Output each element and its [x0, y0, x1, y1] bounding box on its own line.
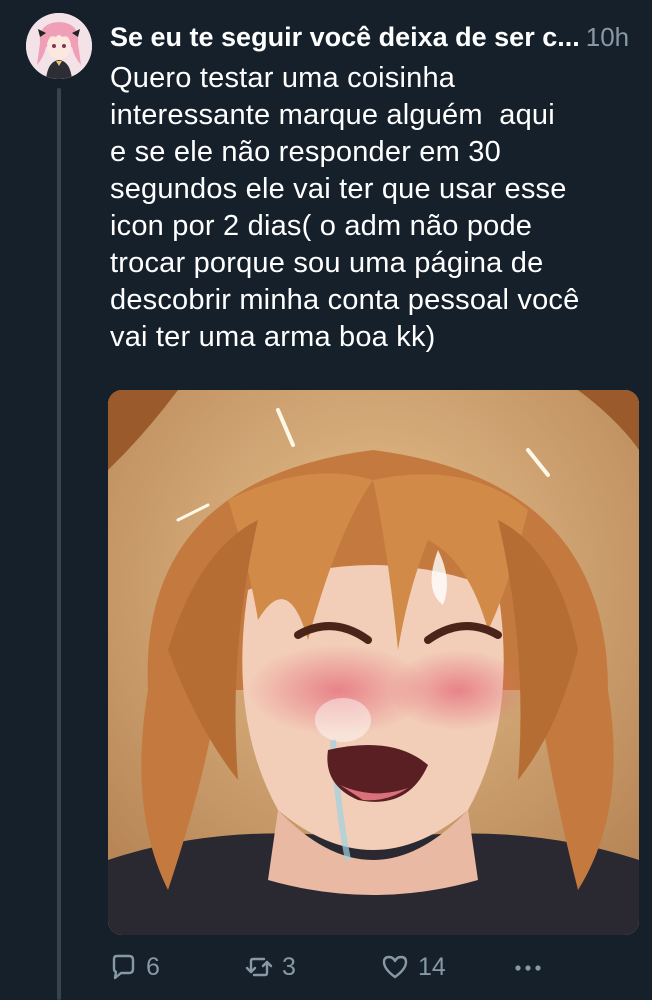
tweet[interactable]: Se eu te seguir você deixa de ser c... 1… [0, 0, 652, 1000]
like-button[interactable]: 14 [380, 952, 446, 982]
more-button[interactable] [512, 952, 544, 982]
tweet-time[interactable]: 10h [586, 22, 629, 53]
tweet-text: Quero testar uma coisinha interessante m… [110, 62, 580, 353]
reply-count: 6 [146, 952, 160, 981]
heart-icon [382, 955, 408, 979]
avatar-image [26, 13, 92, 79]
reply-button[interactable]: 6 [108, 952, 160, 982]
more-icon [515, 965, 541, 971]
retweet-count: 3 [282, 952, 296, 981]
display-name[interactable]: Se eu te seguir você deixa de ser c... [110, 22, 580, 53]
avatar[interactable] [26, 13, 92, 79]
like-count: 14 [418, 952, 446, 981]
reply-icon [112, 954, 135, 980]
thread-line [57, 88, 61, 1000]
media-image [108, 390, 639, 935]
tweet-actions: 6 3 14 [108, 952, 639, 992]
tweet-media[interactable] [108, 390, 639, 935]
tweet-header: Se eu te seguir você deixa de ser c... 1… [110, 22, 642, 53]
retweet-button[interactable]: 3 [244, 952, 296, 982]
retweet-icon [245, 957, 273, 977]
